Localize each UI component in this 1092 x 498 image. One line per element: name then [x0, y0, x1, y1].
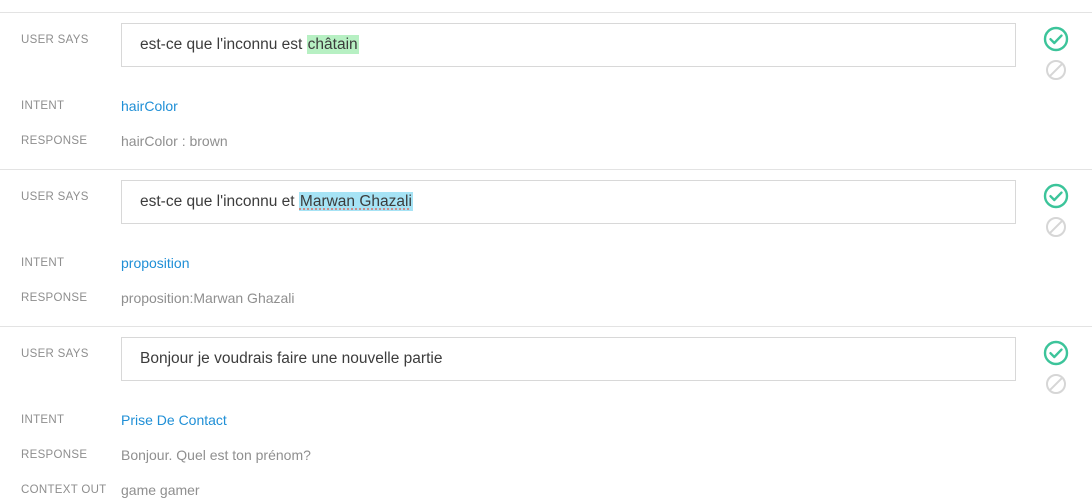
training-entry: USER SAYS est-ce que l'inconnu et Marwan… — [0, 169, 1092, 327]
check-circle-icon — [1043, 340, 1069, 366]
user-says-text-start: est-ce que l'inconnu et — [140, 193, 299, 210]
response-label: RESPONSE — [21, 292, 88, 304]
reject-button[interactable] — [1045, 59, 1067, 81]
approve-button[interactable] — [1043, 26, 1069, 52]
block-icon — [1046, 374, 1066, 394]
context-out-text: game gamer — [121, 482, 200, 498]
response-label: RESPONSE — [21, 135, 88, 147]
intent-link[interactable]: Prise De Contact — [121, 412, 227, 428]
reject-button[interactable] — [1045, 216, 1067, 238]
training-entry: USER SAYS est-ce que l'inconnu est châta… — [0, 12, 1092, 170]
intent-link[interactable]: hairColor — [121, 98, 178, 114]
user-says-text-start: est-ce que l'inconnu est — [140, 36, 307, 53]
user-says-text: est-ce que l'inconnu est châtain — [140, 35, 359, 54]
context-out-label: CONTEXT OUT — [21, 484, 107, 496]
response-text: hairColor : brown — [121, 133, 228, 149]
entity-annotation[interactable]: châtain — [306, 35, 359, 54]
intent-label: INTENT — [21, 257, 65, 269]
response-label: RESPONSE — [21, 449, 88, 461]
approve-button[interactable] — [1043, 340, 1069, 366]
user-says-input[interactable]: est-ce que l'inconnu est châtain — [121, 23, 1016, 67]
reject-button[interactable] — [1045, 373, 1067, 395]
response-text: proposition:Marwan Ghazali — [121, 290, 295, 306]
response-text: Bonjour. Quel est ton prénom? — [121, 447, 311, 463]
intent-label: INTENT — [21, 414, 65, 426]
user-says-text: est-ce que l'inconnu et Marwan Ghazali — [140, 192, 413, 211]
check-circle-icon — [1043, 183, 1069, 209]
approve-button[interactable] — [1043, 183, 1069, 209]
user-says-label: USER SAYS — [21, 348, 89, 360]
entity-annotation[interactable]: Marwan Ghazali — [298, 192, 413, 211]
intent-label: INTENT — [21, 100, 65, 112]
user-says-label: USER SAYS — [21, 34, 89, 46]
intent-link[interactable]: proposition — [121, 255, 190, 271]
training-entry: USER SAYS Bonjour je voudrais faire une … — [0, 326, 1092, 498]
check-circle-icon — [1043, 26, 1069, 52]
user-says-label: USER SAYS — [21, 191, 89, 203]
block-icon — [1046, 217, 1066, 237]
block-icon — [1046, 60, 1066, 80]
user-says-input[interactable]: est-ce que l'inconnu et Marwan Ghazali — [121, 180, 1016, 224]
user-says-text: Bonjour je voudrais faire une nouvelle p… — [140, 350, 443, 367]
user-says-input[interactable]: Bonjour je voudrais faire une nouvelle p… — [121, 337, 1016, 381]
